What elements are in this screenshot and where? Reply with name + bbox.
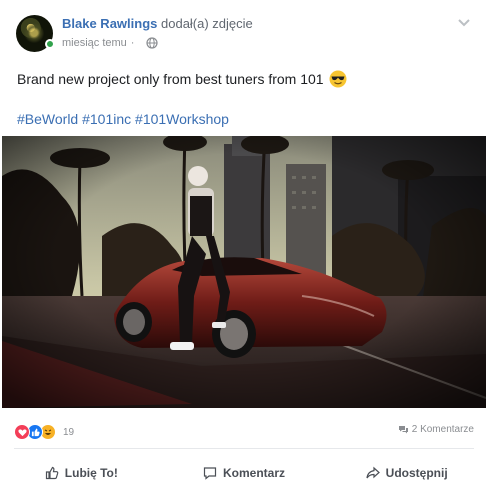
share-button[interactable]: Udostępnij [325,458,488,488]
thumbs-up-icon [45,466,59,480]
like-button[interactable]: Lubię To! [0,458,163,488]
like-button-label: Lubię To! [64,466,118,480]
author-name-link[interactable]: Blake Rawlings [62,16,157,31]
post-timestamp[interactable]: miesiąc temu [62,37,127,49]
reaction-count: 19 [63,426,75,438]
post-body-text: Brand new project only from best tuners … [17,71,324,87]
post-card: Blake Rawlings dodał(a) zdjęcie miesiąc … [0,0,488,495]
post-text: Brand new project only from best tuners … [17,70,347,88]
comment-button-label: Komentarz [223,466,286,480]
post-author-line: Blake Rawlings dodał(a) zdjęcie [62,16,253,32]
comments-count-label: 2 Komentarze [411,424,474,435]
love-reaction-icon [14,424,30,440]
post-hashtags[interactable]: #BeWorld #101inc #101Workshop [17,110,229,128]
share-button-label: Udostępnij [385,466,448,480]
online-status-dot [45,39,55,49]
actions-divider [14,448,474,449]
comment-button[interactable]: Komentarz [163,458,326,488]
comments-count[interactable]: 2 Komentarze [398,424,474,435]
comments-icon [398,425,408,433]
globe-icon [146,37,159,49]
post-photo[interactable] [2,136,486,408]
comment-bubble-icon [203,467,217,480]
sunglasses-emoji-icon [329,70,347,88]
reactions-summary[interactable]: 19 [14,424,74,440]
share-arrow-icon [366,466,380,479]
meta-separator: · [130,37,135,49]
post-actions-bar: Lubię To! Komentarz Udostępnij [0,458,488,488]
chevron-down-icon[interactable] [456,16,472,30]
photo-image [2,136,486,408]
post-meta: miesiąc temu · [62,37,159,49]
author-action-text: dodał(a) zdjęcie [161,16,253,31]
